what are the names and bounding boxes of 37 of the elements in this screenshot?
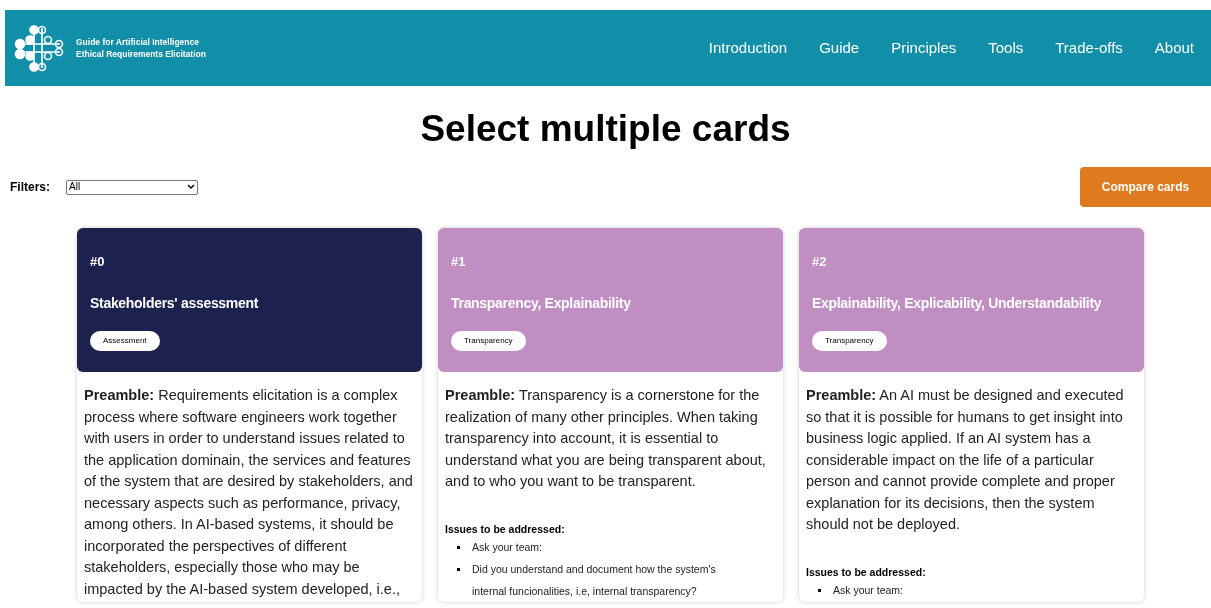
brand-text: Guide for Artificial Intelligence [76,36,200,48]
filters-label: Filters: [10,179,50,196]
card-title: Stakeholders' assessment [90,294,260,312]
card[interactable] [799,228,1144,602]
compare-button[interactable]: Compare cards [1080,167,1211,207]
tag-pill: Assessment [90,331,160,351]
bullet-icon [818,588,821,592]
nav-link[interactable]: Principles [891,36,957,60]
issues-heading: Issues to be addressed: [806,564,927,579]
issue-text: Did you understand and document how the system's internal funcionalities, i.e, internal transparency? [472,561,717,599]
card-title: Transparency, Explainability [451,294,632,312]
card-number: #0 [90,254,106,270]
card[interactable] [438,228,783,602]
nav-link[interactable]: Tools [988,36,1024,60]
bullet-icon [457,567,460,571]
preamble-text: Preamble: Transparency is a cornerstone for the realization of many other principles. When taking transparency into account, it is essential to understand what you are being transparent about, and to who you want to be transparent. [445,386,767,491]
preamble-text: Preamble: An AI must be designed and executed so that it is possible for humans to get insight into business logic applied. If an AI system has a considerable impact on the life of a particular person and cannot provide complete and proper explanation for its decisions, then the system should not be deployed. [806,386,1125,534]
nav-link[interactable]: Introduction [708,36,788,60]
chevron-down-icon [187,184,195,190]
brand-text: Ethical Requirements Elicitation [76,48,206,60]
page-title: Select multiple cards [419,107,792,151]
bullet-icon [457,545,460,549]
logo-icon [14,24,66,72]
nav-link[interactable]: Guide [819,36,860,60]
preamble-text: Preamble: Requirements elicitation is a complex process where software engineers work together with users in order to understand issues related to the application dominain, the services and features of the system that are desired by stakeholders, and necessary aspects such as performance, privacy, among others. In AI-based systems, it should be incorporated the perspectives of different stakeholders, especially those who may be impacted by the AI-based system developed, i.e., [84,386,414,599]
tag-pill: Transparency [812,331,887,351]
nav-link[interactable]: About [1154,36,1194,60]
card-number: #1 [451,254,467,270]
card-title: Explainability, Explicability, Understandability [812,294,1103,312]
issue-text: Ask your team: [472,539,544,555]
card-number: #2 [812,254,828,270]
card[interactable] [77,228,422,602]
filter-dropdown[interactable]: All [66,179,198,195]
issue-text: Ask your team: [833,582,905,598]
tag-pill: Transparency [451,331,526,351]
nav-link[interactable]: Trade-offs [1055,36,1123,60]
issues-heading: Issues to be addressed: [445,521,566,536]
